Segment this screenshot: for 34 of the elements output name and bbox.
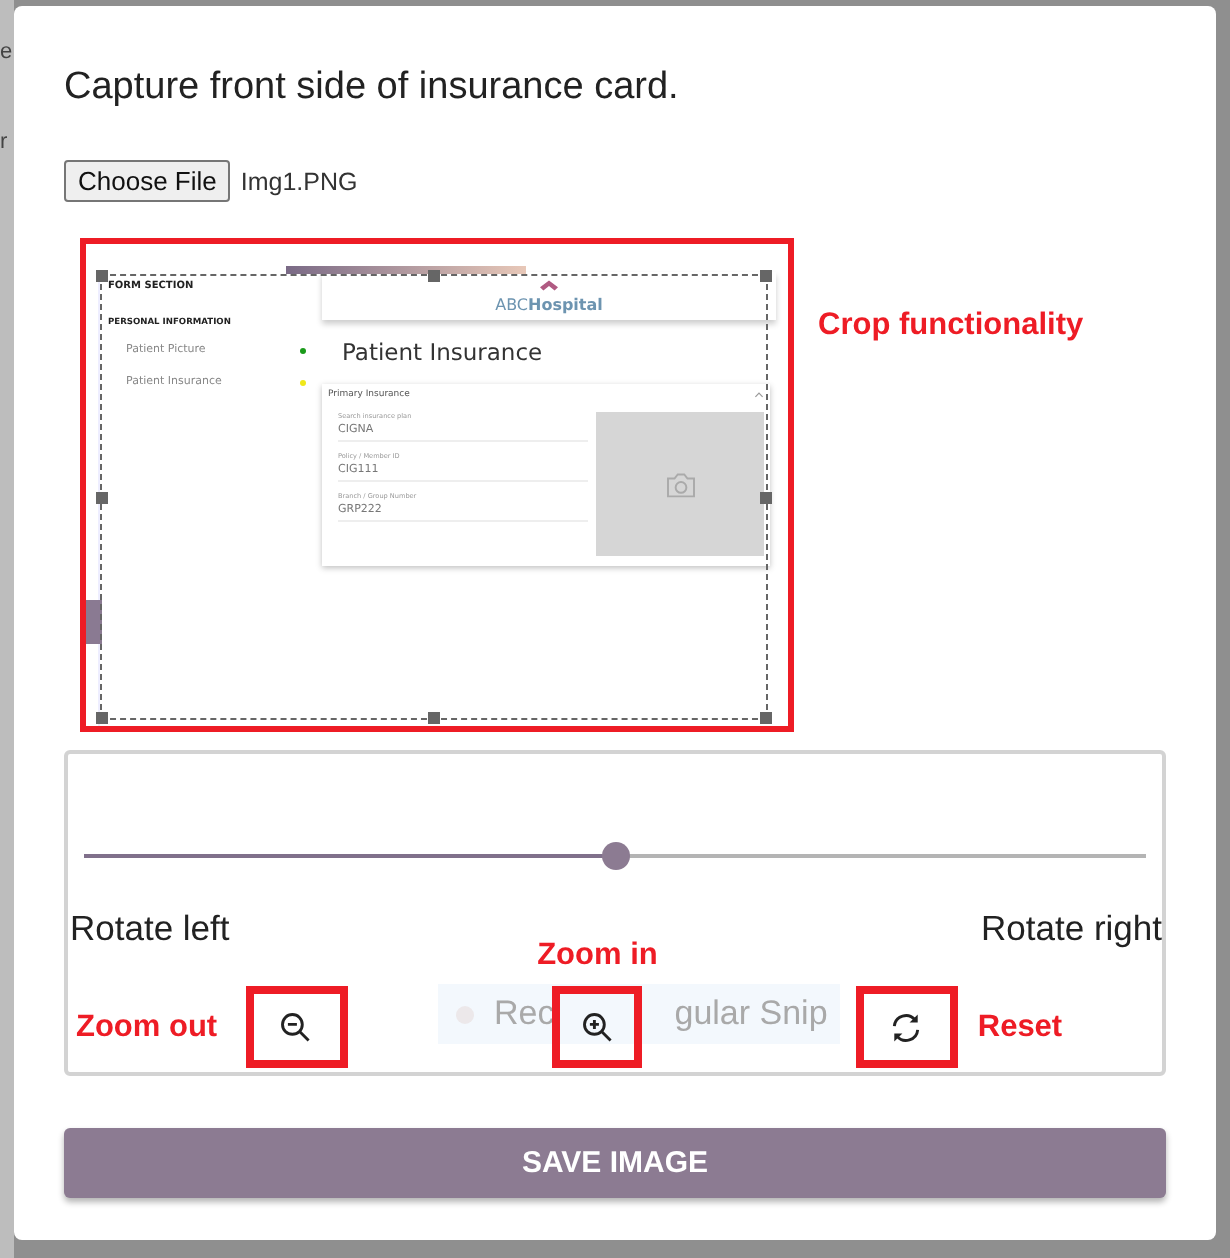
zoom-out-icon xyxy=(278,1009,315,1045)
rotate-arrows-icon xyxy=(888,1009,925,1045)
annotation-label: Crop functionality xyxy=(818,308,1084,344)
logo-text: ABCHospital xyxy=(495,296,603,314)
snip-text: gular Snip xyxy=(674,994,828,1034)
background-text: e xyxy=(0,40,13,64)
zoom-in-button[interactable] xyxy=(552,986,643,1068)
save-image-button[interactable]: SAVE IMAGE xyxy=(64,1128,1166,1198)
annotation-label: Zoom out xyxy=(76,1009,218,1045)
annotation-label: Zoom in xyxy=(537,938,658,974)
reset-button[interactable] xyxy=(855,986,958,1068)
house-logo-icon xyxy=(540,280,558,292)
slider-thumb[interactable] xyxy=(601,842,629,870)
rotate-right-label: Rotate right xyxy=(981,908,1162,950)
crop-handle[interactable] xyxy=(96,270,108,282)
zoom-out-button[interactable] xyxy=(245,986,348,1068)
crop-handle[interactable] xyxy=(760,712,772,724)
zoom-in-icon xyxy=(579,1009,616,1045)
snip-text: Rec xyxy=(494,994,555,1034)
decor-shape xyxy=(86,600,102,644)
background-text: r xyxy=(0,130,8,154)
chevron-up-icon xyxy=(754,392,764,398)
page-title: Patient Insurance xyxy=(342,338,545,366)
dialog-title: Capture front side of insurance card. xyxy=(64,66,681,110)
annotation-label: Reset xyxy=(977,1009,1063,1045)
crop-handle[interactable] xyxy=(760,270,772,282)
file-name: Img1.PNG xyxy=(240,167,358,195)
crop-handle[interactable] xyxy=(428,712,440,724)
rotate-left-label: Rotate left xyxy=(70,908,230,950)
rotate-slider[interactable] xyxy=(84,842,1146,870)
camera-icon xyxy=(663,471,697,497)
crop-handle[interactable] xyxy=(96,712,108,724)
choose-file-button[interactable]: Choose File xyxy=(64,160,231,202)
crop-handle[interactable] xyxy=(428,270,440,282)
